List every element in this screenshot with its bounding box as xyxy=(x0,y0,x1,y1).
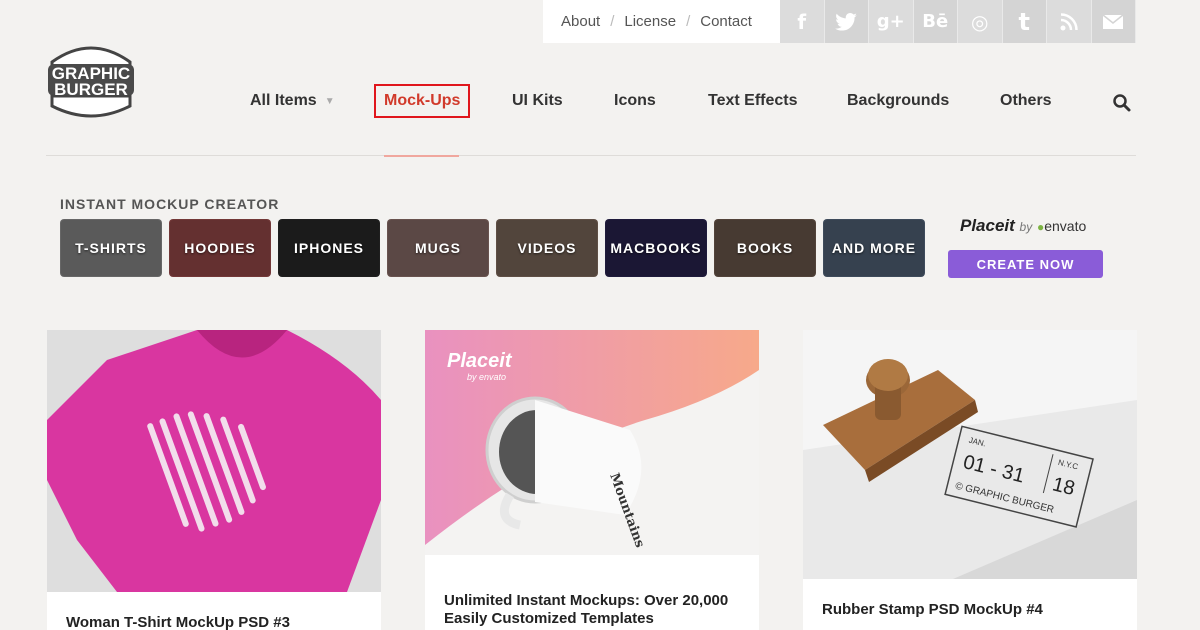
tile-videos[interactable]: VIDEOS xyxy=(496,219,598,277)
post-title[interactable]: Woman T-Shirt MockUp PSD #3 xyxy=(66,614,290,630)
tile-macbooks[interactable]: MACBOOKS xyxy=(605,219,707,277)
separator: / xyxy=(610,13,615,30)
nav-backgrounds[interactable]: Backgrounds xyxy=(847,84,949,118)
active-nav-indicator xyxy=(384,155,459,157)
nav-ui-kits[interactable]: UI Kits xyxy=(512,84,563,118)
nav-others[interactable]: Others xyxy=(1000,84,1052,118)
placeit-by: by xyxy=(1019,220,1033,234)
chevron-down-icon: ▼ xyxy=(324,95,335,107)
tile-mugs[interactable]: MUGS xyxy=(387,219,489,277)
email-icon[interactable] xyxy=(1091,0,1136,43)
about-link[interactable]: About xyxy=(561,13,600,30)
stamp-mockup-image[interactable]: JAN. 01 - 31 N.Y.C 18 © GRAPHIC BURGER xyxy=(803,330,1137,579)
tile-and-more[interactable]: AND MORE xyxy=(823,219,925,277)
tile-label: VIDEOS xyxy=(517,240,577,256)
google-plus-icon[interactable]: g+ xyxy=(869,0,914,43)
tile-label: T-SHIRTS xyxy=(75,240,147,256)
twitter-icon[interactable] xyxy=(824,0,869,43)
tile-label: MACBOOKS xyxy=(610,240,702,256)
create-now-button[interactable]: CREATE NOW xyxy=(948,250,1103,278)
dribbble-icon[interactable]: ◎ xyxy=(958,0,1003,43)
nav-text-effects[interactable]: Text Effects xyxy=(708,84,798,118)
facebook-icon[interactable]: f xyxy=(780,0,825,43)
tile-hoodies[interactable]: HOODIES xyxy=(169,219,271,277)
separator: / xyxy=(686,13,691,30)
tile-label: BOOKS xyxy=(736,240,794,256)
tile-books[interactable]: BOOKS xyxy=(714,219,816,277)
placeit-badge: Placeit xyxy=(447,350,512,372)
search-icon[interactable] xyxy=(1112,93,1132,113)
nav-icons[interactable]: Icons xyxy=(614,84,656,118)
tile-label: MUGS xyxy=(415,240,461,256)
tile-t-shirts[interactable]: T-SHIRTS xyxy=(60,219,162,277)
nav-all-items-label: All Items xyxy=(250,92,317,109)
tile-iphones[interactable]: IPHONES xyxy=(278,219,380,277)
social-icons: f g+ Bē ◎ t xyxy=(780,0,1136,43)
rss-icon[interactable] xyxy=(1047,0,1092,43)
main-navigation: All Items ▼ Mock-Ups UI Kits Icons Text E… xyxy=(0,84,1200,120)
nav-divider xyxy=(46,155,1136,156)
tshirt-mockup-image[interactable] xyxy=(47,330,381,592)
behance-icon[interactable]: Bē xyxy=(913,0,958,43)
placeit-envato: envato xyxy=(1044,218,1087,234)
nav-all-items[interactable]: All Items ▼ xyxy=(250,84,335,118)
tile-label: AND MORE xyxy=(831,240,917,256)
placeit-brand: Placeit xyxy=(960,216,1015,235)
post-title[interactable]: Unlimited Instant Mockups: Over 20,000 E… xyxy=(444,592,744,628)
mockup-creator-title: INSTANT MOCKUP CREATOR xyxy=(60,196,280,212)
placeit-badge-sub: by envato xyxy=(467,372,507,382)
top-links: About / License / Contact xyxy=(543,0,780,43)
tile-label: HOODIES xyxy=(184,240,256,256)
post-card-placeit[interactable]: Mountains Placeit by envato Unlimited In… xyxy=(425,330,759,630)
contact-link[interactable]: Contact xyxy=(700,13,752,30)
tumblr-icon[interactable]: t xyxy=(1002,0,1047,43)
top-utility-bar: About / License / Contact f g+ Bē ◎ t xyxy=(543,0,1136,43)
post-title[interactable]: Rubber Stamp PSD MockUp #4 xyxy=(822,601,1043,619)
placeit-logo[interactable]: Placeit by ●envato xyxy=(960,216,1086,236)
post-card-tshirt[interactable]: Woman T-Shirt MockUp PSD #3 xyxy=(47,330,381,630)
tile-label: IPHONES xyxy=(293,240,364,256)
mockup-category-tiles: T-SHIRTS HOODIES IPHONES MUGS VIDEOS MAC… xyxy=(60,219,925,277)
post-card-stamp[interactable]: JAN. 01 - 31 N.Y.C 18 © GRAPHIC BURGER R… xyxy=(803,330,1137,630)
nav-mockups[interactable]: Mock-Ups xyxy=(374,84,471,118)
license-link[interactable]: License xyxy=(624,13,676,30)
